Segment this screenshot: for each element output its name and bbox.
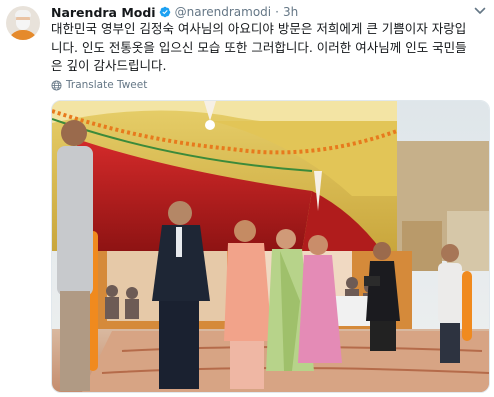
globe-icon (51, 79, 62, 91)
verified-badge-icon (159, 6, 170, 18)
avatar[interactable] (6, 6, 40, 40)
author-handle[interactable]: @narendramodi (175, 5, 272, 19)
translate-tweet-label: Translate Tweet (66, 79, 148, 91)
chevron-down-icon[interactable] (474, 6, 486, 16)
event-photo-illustration (52, 101, 489, 392)
tweet-timestamp[interactable]: 3h (283, 5, 298, 19)
tweet-text: 대한민국 영부인 김정숙 여사님의 아요디야 방문은 저희에게 큰 기쁨이자 자… (51, 20, 487, 76)
tweet: Narendra Modi @narendramodi · 3h 대한민국 영부… (0, 0, 494, 397)
author-name[interactable]: Narendra Modi (51, 5, 156, 20)
separator-dot: · (275, 5, 279, 19)
translate-tweet-link[interactable]: Translate Tweet (51, 78, 147, 92)
tweet-text-line: 은 깊이 감사드립니다. (51, 58, 167, 73)
tweet-text-line: 니다. 인도 전통옷을 입으신 모습 또한 그러합니다. 이러한 여사님께 인도… (51, 39, 467, 55)
tweet-text-line: 대한민국 영부인 김정숙 여사님의 아요디야 방문은 저희에게 큰 기쁨이자 자… (51, 21, 467, 36)
tweet-header: Narendra Modi @narendramodi · 3h (51, 4, 298, 20)
tweet-photo[interactable] (51, 100, 490, 393)
